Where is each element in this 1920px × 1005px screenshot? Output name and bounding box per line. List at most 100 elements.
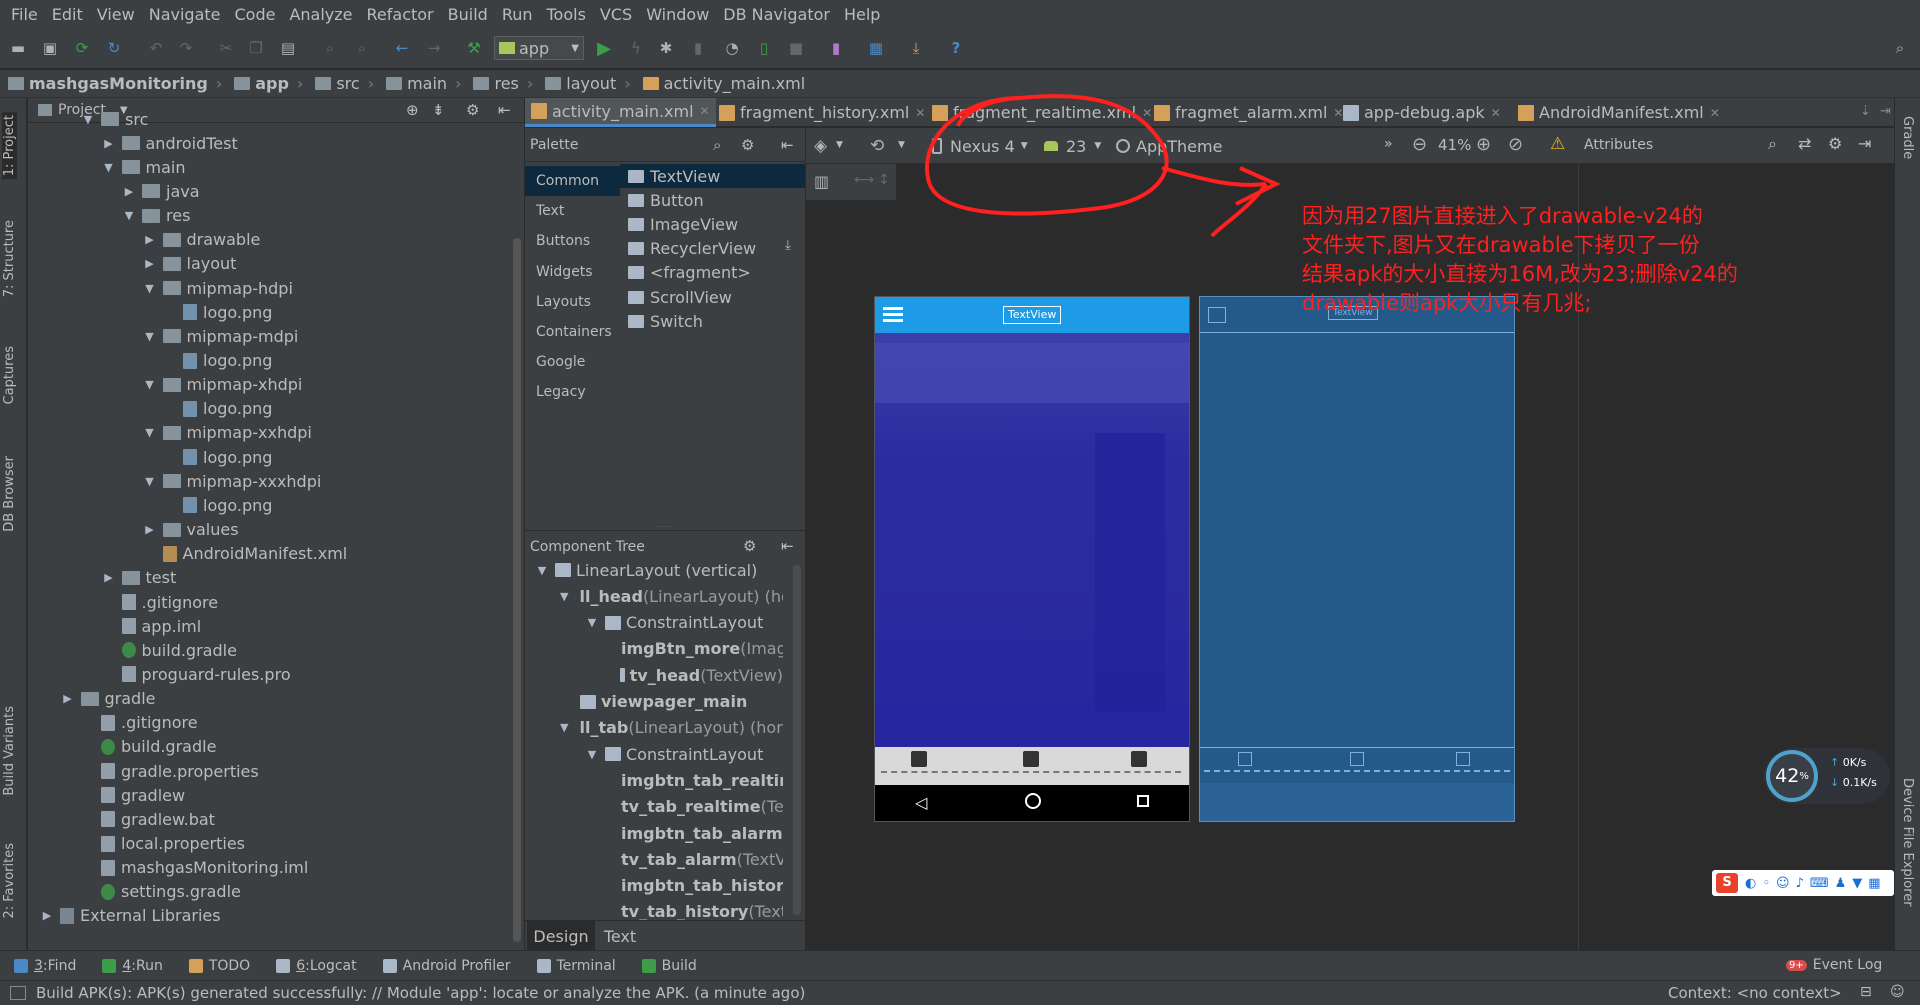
tree-item[interactable]: ▶ drawable	[143, 228, 260, 252]
profile-icon[interactable]: ◔	[722, 38, 742, 58]
tree-item[interactable]: ▶ layout	[143, 252, 236, 276]
zoom-out-icon[interactable]: ⊖	[1412, 134, 1427, 155]
tree-item[interactable]: gradlew	[81, 783, 185, 807]
layers-icon[interactable]: ◈	[814, 136, 827, 156]
editor-tab[interactable]: AndroidManifest.xml ✕	[1512, 98, 1726, 127]
close-icon[interactable]: ✕	[700, 104, 710, 118]
gear-icon[interactable]: ⚙	[1828, 134, 1842, 153]
tree-item[interactable]: local.properties	[81, 832, 245, 856]
close-icon[interactable]: ✕	[1491, 106, 1501, 120]
orientation-icon[interactable]: ⟲	[870, 136, 884, 156]
component-tree-item[interactable]: tv_tab_realtime (Te	[610, 794, 783, 820]
tree-item[interactable]: ▶ gradle	[61, 687, 155, 711]
tree-item[interactable]: ▶ values	[143, 518, 238, 542]
breadcrumb-item[interactable]: activity_main.xml	[642, 74, 805, 93]
hide-panel-icon[interactable]: ⇤	[498, 101, 511, 119]
component-tree-item[interactable]: imgbtn_tab_realtim	[610, 767, 783, 793]
tool-tab-gradle[interactable]: Gradle	[1900, 116, 1915, 159]
paste-icon[interactable]: ▤	[278, 38, 298, 58]
tree-item[interactable]: ▼ res	[122, 204, 191, 228]
tree-item[interactable]: ▼ mipmap-hdpi	[143, 276, 293, 300]
bottom-tool-logcat[interactable]: 6: Logcat	[276, 958, 357, 974]
menu-item-run[interactable]: Run	[495, 5, 540, 24]
component-tree-item[interactable]: imgBtn_more (Imag	[610, 636, 783, 662]
cut-icon[interactable]: ✂	[216, 38, 236, 58]
component-tree-item[interactable]: tv_tab_alarm (TextV	[610, 846, 783, 872]
palette-category[interactable]: Google	[525, 347, 620, 377]
tree-item[interactable]: logo.png	[163, 445, 272, 469]
gear-icon[interactable]: ⚙	[743, 537, 756, 555]
chevron-right-icon[interactable]: ▶	[102, 571, 116, 584]
replace-icon[interactable]: ⌕	[352, 38, 372, 58]
redo-icon[interactable]: ↷	[176, 38, 196, 58]
tree-item[interactable]: build.gradle	[102, 638, 237, 662]
scroll-from-source-icon[interactable]: ⊕	[406, 101, 419, 119]
breadcrumb-item[interactable]: app ›	[234, 74, 303, 93]
chevron-right-icon[interactable]: ▶	[102, 137, 116, 150]
menu-item-code[interactable]: Code	[228, 5, 283, 24]
zoom-in-icon[interactable]: ⊕	[1476, 134, 1491, 155]
tool-tab-db-browser[interactable]: DB Browser	[2, 456, 17, 532]
open-folder-icon[interactable]: ▬	[8, 38, 28, 58]
palette-category[interactable]: Buttons	[525, 226, 620, 256]
palette-component[interactable]: TextView	[620, 164, 805, 188]
collapse-all-icon[interactable]: ⇟	[432, 101, 445, 119]
palette-category[interactable]: Common	[525, 166, 620, 196]
apply-changes-icon[interactable]: ϟ	[626, 38, 646, 58]
menu-item-navigate[interactable]: Navigate	[142, 5, 228, 24]
tree-item[interactable]: app.iml	[102, 614, 201, 638]
palette-category[interactable]: Containers	[525, 317, 620, 347]
tree-item[interactable]: proguard-rules.pro	[102, 662, 291, 686]
breadcrumb-item[interactable]: mashgasMonitoring ›	[8, 74, 222, 93]
breadcrumb-item[interactable]: src ›	[315, 74, 374, 93]
tree-item[interactable]: gradle.properties	[81, 759, 259, 783]
ime-voice-icon[interactable]: ♪	[1796, 876, 1804, 891]
search-everywhere-icon[interactable]: ⌕	[1890, 38, 1910, 58]
bottom-tool-build[interactable]: Build	[641, 958, 697, 974]
chevron-right-icon[interactable]: ▶	[40, 909, 54, 922]
editor-tab[interactable]: fragment_history.xml ✕	[713, 98, 931, 127]
chevron-right-icon[interactable]: ▶	[143, 523, 157, 536]
chevron-down-icon[interactable]: ▼	[836, 140, 843, 150]
chevron-down-icon[interactable]: ▼	[143, 282, 157, 295]
tree-item[interactable]: ▼ mipmap-mdpi	[143, 324, 298, 348]
tree-item[interactable]: gradlew.bat	[81, 807, 215, 831]
tree-item[interactable]: build.gradle	[81, 735, 216, 759]
hide-panel-icon[interactable]: ⇤	[781, 136, 794, 154]
menu-item-refactor[interactable]: Refactor	[360, 5, 441, 24]
bottom-tool-terminal[interactable]: Terminal	[536, 958, 616, 974]
tool-tab-favorites[interactable]: 2: Favorites	[2, 843, 17, 919]
swap-icon[interactable]: ⇄	[1798, 134, 1811, 153]
ime-punct-icon[interactable]: ◦	[1762, 876, 1770, 891]
bottom-tool-todo[interactable]: TODO	[188, 958, 250, 974]
realtime-tab-icon[interactable]	[911, 751, 927, 767]
nav-back-icon[interactable]: ◁	[915, 793, 927, 812]
editor-tab[interactable]: activity_main.xml ✕	[525, 98, 716, 127]
tree-item[interactable]: ▶ androidTest	[102, 131, 237, 155]
tree-item[interactable]: .gitignore	[102, 590, 218, 614]
chevron-down-icon[interactable]: ▼	[585, 616, 599, 629]
panel-toggle-icon[interactable]: ▥	[814, 172, 829, 191]
avd-manager-icon[interactable]: ▮	[826, 38, 846, 58]
tool-tab-build-variants[interactable]: Build Variants	[2, 706, 17, 796]
back-icon[interactable]: ←	[392, 38, 412, 58]
palette-component[interactable]: ScrollView	[620, 285, 805, 309]
hide-icon[interactable]: ⇥	[1880, 104, 1891, 119]
notification-icon[interactable]: ☺	[1890, 984, 1905, 1000]
component-tree-scrollbar[interactable]	[793, 565, 801, 915]
palette-category[interactable]: Widgets	[525, 257, 620, 287]
component-tree-item[interactable]: ▼ ConstraintLayout	[585, 610, 783, 636]
tab-design[interactable]: Design	[527, 921, 595, 951]
tree-item[interactable]: ▶ test	[102, 566, 176, 590]
download-icon[interactable]: ⤓	[785, 238, 791, 253]
palette-component[interactable]: ImageView	[620, 212, 805, 236]
tree-item[interactable]: ▼ mipmap-xxhdpi	[143, 421, 312, 445]
undo-icon[interactable]: ↶	[146, 38, 166, 58]
sdk-manager-icon[interactable]: ⤓	[906, 38, 926, 58]
component-tree-item[interactable]: imgbtn_tab_history	[610, 873, 783, 899]
tree-item[interactable]: AndroidManifest.xml	[143, 542, 347, 566]
component-tree-item[interactable]: tv_head (TextView)	[610, 662, 783, 688]
tree-item[interactable]: logo.png	[163, 493, 272, 517]
zoom-fit-icon[interactable]: ⊘	[1508, 134, 1523, 155]
sync-icon[interactable]: ⟳	[72, 38, 92, 58]
